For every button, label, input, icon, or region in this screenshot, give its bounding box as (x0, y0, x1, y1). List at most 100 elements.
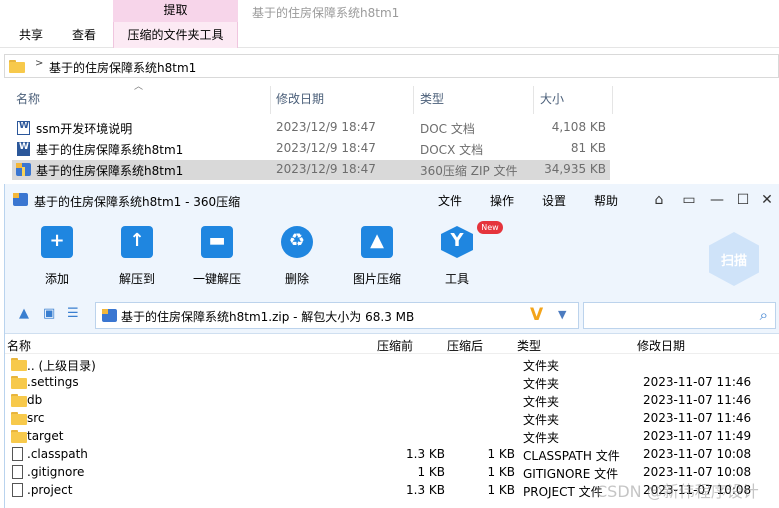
breadcrumb[interactable]: 基于的住房保障系统h8tm1 (49, 59, 196, 76)
column-header-type[interactable]: 类型 (517, 337, 541, 354)
file-name: 基于的住房保障系统h8tm1 (36, 143, 184, 157)
v-logo-icon[interactable]: V (530, 305, 543, 325)
file-row[interactable]: ssm开发环境说明 2023/12/9 18:47 DOC 文档 4,108 K… (12, 118, 610, 138)
folder-icon (11, 394, 27, 407)
file-size: 4,108 KB (551, 120, 606, 134)
column-header-uncompressed[interactable]: 压缩后 (447, 337, 483, 354)
archive-entry-row[interactable]: .classpath 1.3 KB 1 KB CLASSPATH 文件 2023… (5, 445, 779, 463)
entry-size-before: 1 KB (417, 465, 445, 479)
archive-entry-row[interactable]: .settings 文件夹 2023-11-07 11:46 (5, 373, 779, 391)
archive-entry-row[interactable]: db 文件夹 2023-11-07 11:46 (5, 391, 779, 409)
entry-type: 文件夹 (523, 431, 560, 445)
archiver-title: 基于的住房保障系统h8tm1 - 360压缩 (34, 195, 241, 209)
file-size: 34,935 KB (544, 162, 606, 176)
minimize-button[interactable]: — (707, 190, 727, 210)
tab-compressed-folder-tools[interactable]: 压缩的文件夹工具 (113, 22, 238, 48)
menu-file[interactable]: 文件 (438, 192, 462, 209)
up-arrow-icon[interactable]: ▲ (19, 306, 29, 321)
chevron-right-icon[interactable]: > (35, 58, 43, 69)
one-click-extract-label: 一键解压 (192, 272, 241, 286)
entry-type: 文件夹 (523, 377, 560, 391)
entry-date: 2023-11-07 11:49 (643, 429, 752, 443)
column-divider[interactable] (270, 86, 271, 114)
column-header-name[interactable]: 名称 (7, 337, 31, 354)
tools-button[interactable]: Y New 工具 (421, 221, 503, 288)
column-header-size[interactable]: 大小 (540, 88, 564, 112)
tools-label: 工具 (444, 272, 469, 286)
column-header-date[interactable]: 修改日期 (637, 337, 685, 354)
file-icon (12, 447, 23, 461)
column-header-type[interactable]: 类型 (420, 88, 444, 112)
menu-help[interactable]: 帮助 (594, 192, 618, 209)
tools-icon: Y (441, 226, 473, 258)
search-icon[interactable]: ⌕ (760, 306, 768, 324)
extract-to-label: 解压到 (118, 272, 155, 286)
entry-type: PROJECT 文件 (523, 485, 603, 499)
skin-icon[interactable]: ⌂ (649, 190, 669, 210)
column-divider[interactable] (612, 86, 613, 114)
tab-share[interactable]: 共享 (19, 22, 43, 48)
thumbnail-view-icon[interactable]: ▣ (43, 306, 55, 321)
archiver-titlebar[interactable]: 基于的住房保障系统h8tm1 - 360压缩 文件 操作 设置 帮助 ⌂ ▭ —… (5, 184, 779, 216)
archive-entry-row[interactable]: src 文件夹 2023-11-07 11:46 (5, 409, 779, 427)
file-row[interactable]: 基于的住房保障系统h8tm1 2023/12/9 18:47 DOCX 文档 8… (12, 139, 610, 159)
tab-view[interactable]: 查看 (72, 22, 96, 48)
entry-size-before: 1.3 KB (406, 447, 445, 461)
folder-icon (9, 60, 25, 73)
entry-type: 文件夹 (523, 413, 560, 427)
context-tab-extract[interactable]: 提取 (113, 0, 238, 22)
entry-name: .settings (27, 375, 79, 389)
entry-date: 2023-11-07 11:46 (643, 393, 752, 407)
close-button[interactable]: ✕ (757, 190, 777, 210)
maximize-button[interactable]: ☐ (733, 190, 753, 210)
extract-to-button[interactable]: ↑ 解压到 (101, 226, 173, 288)
sort-up-icon: ︿ (134, 82, 144, 92)
file-icon (12, 465, 23, 479)
zip-archive-icon (16, 163, 31, 176)
new-badge: New (477, 221, 503, 234)
list-view-icon[interactable]: ☰ (67, 306, 79, 321)
scan-button[interactable]: 扫描 (709, 232, 759, 286)
column-divider[interactable] (413, 86, 414, 114)
feedback-icon[interactable]: ▭ (679, 190, 699, 210)
file-date: 2023/12/9 18:47 (276, 162, 376, 176)
file-size: 81 KB (570, 141, 606, 155)
explorer-address-bar[interactable]: > 基于的住房保障系统h8tm1 (0, 54, 779, 78)
archive-entry-row[interactable]: .. (上级目录) 文件夹 (5, 355, 779, 373)
one-click-extract-button[interactable]: ▬ 一键解压 (181, 226, 253, 288)
scan-label: 扫描 (720, 254, 747, 269)
watermark: CSDN @新伟程序设计 (596, 482, 759, 501)
entry-name: .gitignore (27, 465, 85, 479)
menu-settings[interactable]: 设置 (542, 192, 566, 209)
column-header-name[interactable]: 名称 (16, 88, 40, 112)
archive-entry-row[interactable]: target 文件夹 2023-11-07 11:49 (5, 427, 779, 445)
entry-size-after: 1 KB (487, 447, 515, 461)
entry-name: .. (上级目录) (27, 359, 96, 373)
file-row-selected[interactable]: 基于的住房保障系统h8tm1 2023/12/9 18:47 360压缩 ZIP… (12, 160, 610, 180)
image-compress-button[interactable]: ▲ 图片压缩 (341, 226, 413, 288)
word-doc-icon (17, 121, 30, 135)
explorer-ribbon-tabs: 共享 查看 压缩的文件夹工具 (0, 22, 779, 48)
entry-name: db (27, 393, 43, 407)
extract-to-icon: ↑ (121, 226, 153, 258)
menu-operation[interactable]: 操作 (490, 192, 514, 209)
search-input[interactable]: ⌕ (583, 302, 776, 329)
column-header-compressed[interactable]: 压缩前 (377, 337, 413, 354)
file-icon (12, 483, 23, 497)
chevron-down-icon[interactable]: ▼ (558, 308, 566, 321)
file-date: 2023/12/9 18:47 (276, 141, 376, 155)
delete-button[interactable]: ♻ 删除 (261, 226, 333, 288)
column-header-date[interactable]: 修改日期 (276, 88, 324, 112)
add-button[interactable]: + 添加 (21, 226, 93, 288)
explorer-ribbon-top: 提取 基于的住房保障系统h8tm1 (0, 0, 779, 22)
file-type: 360压缩 ZIP 文件 (420, 164, 518, 178)
file-date: 2023/12/9 18:47 (276, 120, 376, 134)
column-divider[interactable] (533, 86, 534, 114)
entry-date: 2023-11-07 11:46 (643, 411, 752, 425)
entry-type: 文件夹 (523, 395, 560, 409)
address-box: > 基于的住房保障系统h8tm1 (4, 54, 779, 78)
entry-type: CLASSPATH 文件 (523, 449, 620, 463)
entry-name: target (27, 429, 64, 443)
archive-path-field[interactable]: 基于的住房保障系统h8tm1.zip - 解包大小为 68.3 MB V ▼ (95, 302, 579, 329)
add-icon: + (41, 226, 73, 258)
